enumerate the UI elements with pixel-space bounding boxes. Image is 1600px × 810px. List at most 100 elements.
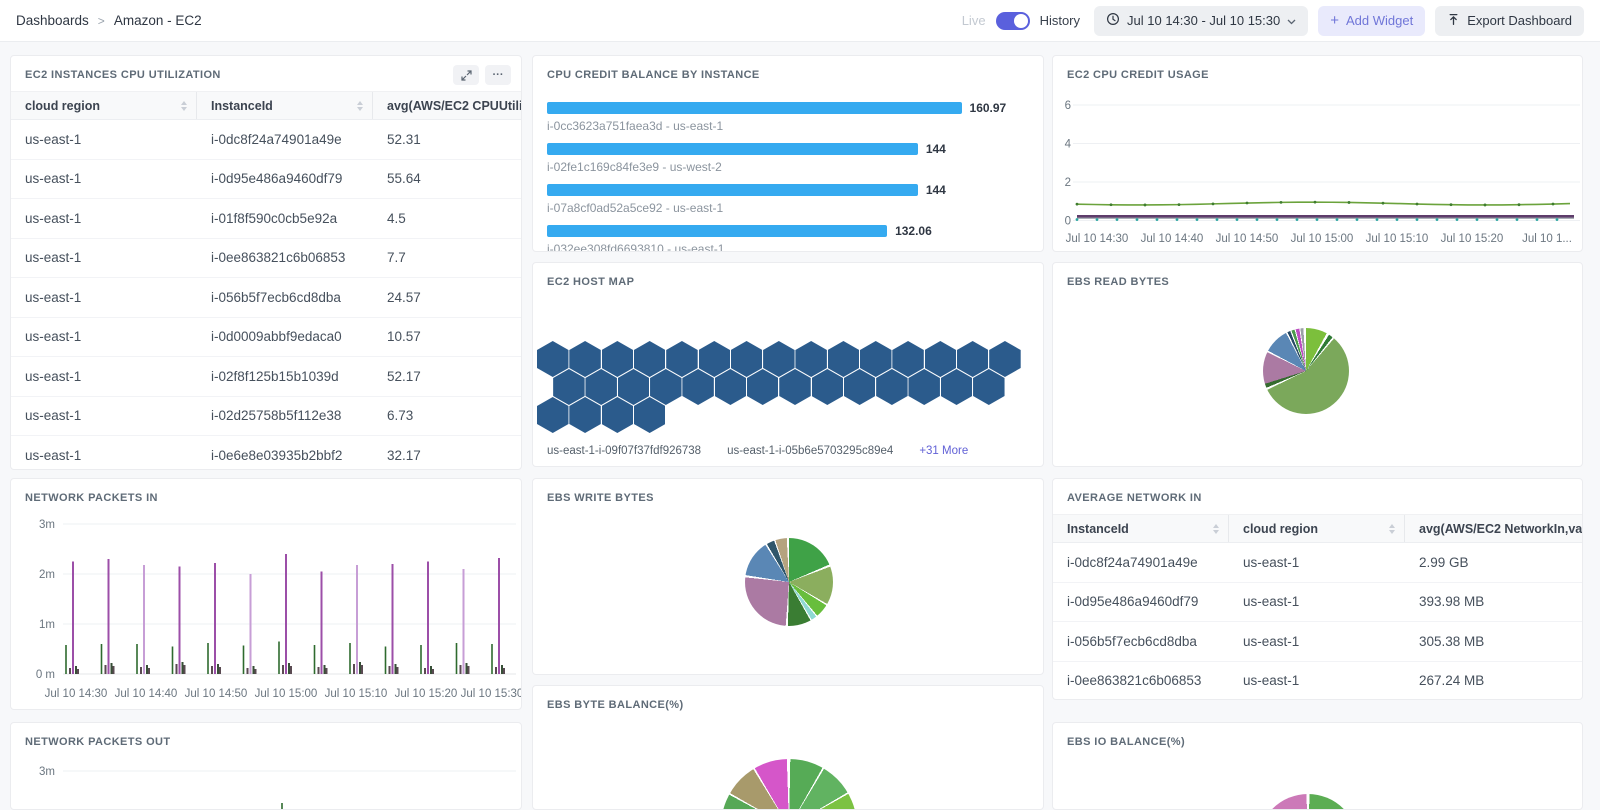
more-hosts-link[interactable]: +31 More xyxy=(919,445,968,457)
host-hexagon[interactable] xyxy=(617,369,650,405)
host-hexagon[interactable] xyxy=(682,369,714,405)
expand-icon[interactable] xyxy=(453,65,479,85)
host-hexagon[interactable] xyxy=(553,369,585,405)
host-hexagon[interactable] xyxy=(956,341,989,377)
host-hexagon[interactable] xyxy=(940,369,973,405)
host-hexagon[interactable] xyxy=(811,369,844,405)
table-row: us-east-1 i-0e6e8e03935b2bbf2 32.17 xyxy=(11,436,521,469)
svg-text:6: 6 xyxy=(1065,100,1071,112)
panel-ebs-io-balance: EBS IO BALANCE(%) xyxy=(1052,722,1583,810)
table-cell: i-0ee863821c6b06853 xyxy=(1067,673,1202,689)
table-cell: us-east-1 xyxy=(25,250,82,266)
column-header-instanceid[interactable]: InstanceId xyxy=(197,92,373,119)
panel-title: EBS WRITE BYTES xyxy=(547,492,654,504)
host-hexagon[interactable] xyxy=(585,369,617,405)
table-cell: us-east-1 xyxy=(1243,673,1300,689)
host-hexagon[interactable] xyxy=(989,341,1021,377)
host-hexagon[interactable] xyxy=(698,341,730,377)
time-range-button[interactable]: Jul 10 14:30 - Jul 10 15:30 xyxy=(1094,5,1309,36)
svg-text:Jul 10 15:30: Jul 10 15:30 xyxy=(461,688,521,700)
panel-title: EC2 INSTANCES CPU UTILIZATION xyxy=(25,69,221,81)
host-hexagon[interactable] xyxy=(537,341,569,377)
bar-row: 144 i-07a8cf0ad52a5ce92 - us-east-1 xyxy=(547,183,1029,215)
table-cell: 10.57 xyxy=(387,329,421,345)
table-body: i-0dc8f24a74901a49e us-east-1 2.99 GB i-0d9… xyxy=(1053,543,1582,699)
panel-title: EC2 CPU CREDIT USAGE xyxy=(1067,69,1209,81)
bar-value: 160.97 xyxy=(969,101,1007,115)
table-row: us-east-1 i-01f8f590c0cb5e92a 4.5 xyxy=(11,199,521,239)
host-hexagon[interactable] xyxy=(795,341,827,377)
table-cell: us-east-1 xyxy=(25,447,82,463)
bar xyxy=(547,225,888,237)
host-hexagon[interactable] xyxy=(924,341,957,377)
column-header-avg-cpu[interactable]: avg(AWS/EC2 CPUUtilization,v xyxy=(373,92,521,119)
host-hexagon[interactable] xyxy=(827,341,860,377)
breadcrumb-current: Amazon - EC2 xyxy=(113,13,202,28)
sort-icon xyxy=(1389,523,1395,534)
table-cell: 24.57 xyxy=(387,289,421,305)
table-row: i-056b5f7ecb6cd8dba us-east-1 305.38 MB xyxy=(1053,622,1582,662)
table-row: i-0dc8f24a74901a49e us-east-1 2.99 GB xyxy=(1053,543,1582,583)
svg-text:Jul 10 14:50: Jul 10 14:50 xyxy=(1216,233,1279,245)
host-hexagon[interactable] xyxy=(714,369,747,405)
host-map-legend: us-east-1-i-09f07f37fdf926738 us-east-1-… xyxy=(547,445,968,457)
host-hexagon[interactable] xyxy=(650,369,682,405)
table-body: us-east-1 i-0dc8f24a74901a49e 52.31 us-east… xyxy=(11,120,521,469)
host-hexagon[interactable] xyxy=(730,341,763,377)
host-hexagon[interactable] xyxy=(601,397,634,433)
plus-icon: + xyxy=(1330,12,1340,29)
table-cell: 52.31 xyxy=(387,131,421,147)
svg-text:Jul 10 15:00: Jul 10 15:00 xyxy=(255,688,318,700)
table-cell: i-0dc8f24a74901a49e xyxy=(1067,554,1198,570)
table-cell: i-01f8f590c0cb5e92a xyxy=(211,210,338,226)
export-icon xyxy=(1447,13,1460,29)
host-hexagon[interactable] xyxy=(601,341,634,377)
host-hexagon[interactable] xyxy=(860,341,892,377)
host-hexagon[interactable] xyxy=(763,341,795,377)
table-cell: i-0ee863821c6b06853 xyxy=(211,250,346,266)
live-label: Live xyxy=(961,13,986,28)
bar-value: 144 xyxy=(925,183,946,197)
table-cell: us-east-1 xyxy=(1243,633,1300,649)
host-hexagon[interactable] xyxy=(843,369,876,405)
sort-icon xyxy=(357,100,363,111)
host-hexagon[interactable] xyxy=(876,369,908,405)
bar-value: 144 xyxy=(925,142,946,156)
host-hexagon[interactable] xyxy=(973,369,1005,405)
host-hexagon[interactable] xyxy=(779,369,811,405)
host-hexagon[interactable] xyxy=(633,341,666,377)
host-hexagon[interactable] xyxy=(633,397,666,433)
ebs-write-bytes-pie xyxy=(745,538,833,626)
host-hexagon[interactable] xyxy=(569,341,601,377)
live-history-toggle[interactable] xyxy=(995,11,1030,30)
column-header-instanceid[interactable]: InstanceId xyxy=(1053,515,1229,542)
table-cell: 6.73 xyxy=(387,408,414,424)
table-cell: i-0d95e486a9460df79 xyxy=(211,171,343,187)
host-hexagon[interactable] xyxy=(666,341,698,377)
svg-text:1m: 1m xyxy=(39,619,55,631)
host-hexagon[interactable] xyxy=(908,369,940,405)
bar xyxy=(547,184,918,196)
host-hexagon[interactable] xyxy=(537,397,569,433)
legend-item: us-east-1-i-09f07f37fdf926738 xyxy=(547,445,702,457)
column-header-avg-network-in[interactable]: avg(AWS/EC2 NetworkIn,value xyxy=(1405,515,1582,542)
breadcrumb-dashboards[interactable]: Dashboards xyxy=(16,13,89,28)
panel-title: NETWORK PACKETS OUT xyxy=(25,736,171,748)
add-widget-button[interactable]: + Add Widget xyxy=(1318,5,1426,36)
table-cell: 52.17 xyxy=(387,368,421,384)
panel-ebs-byte-balance: EBS BYTE BALANCE(%) xyxy=(532,685,1044,810)
svg-text:4: 4 xyxy=(1065,139,1072,151)
export-dashboard-button[interactable]: Export Dashboard xyxy=(1435,5,1584,36)
history-label: History xyxy=(1039,13,1081,28)
column-header-cloud-region[interactable]: cloud region xyxy=(1229,515,1405,542)
ebs-byte-balance-pie xyxy=(721,759,857,809)
table-cell: us-east-1 xyxy=(25,408,82,424)
table-row: us-east-1 i-02f8f125b15b1039d 52.17 xyxy=(11,357,521,397)
host-hexagon[interactable] xyxy=(569,397,601,433)
more-icon[interactable]: ··· xyxy=(485,65,511,85)
host-hexagon[interactable] xyxy=(892,341,924,377)
table-cell: us-east-1 xyxy=(25,289,82,305)
table-cell: i-0e6e8e03935b2bbf2 xyxy=(211,447,343,463)
host-hexagon[interactable] xyxy=(746,369,779,405)
column-header-cloud-region[interactable]: cloud region xyxy=(11,92,197,119)
